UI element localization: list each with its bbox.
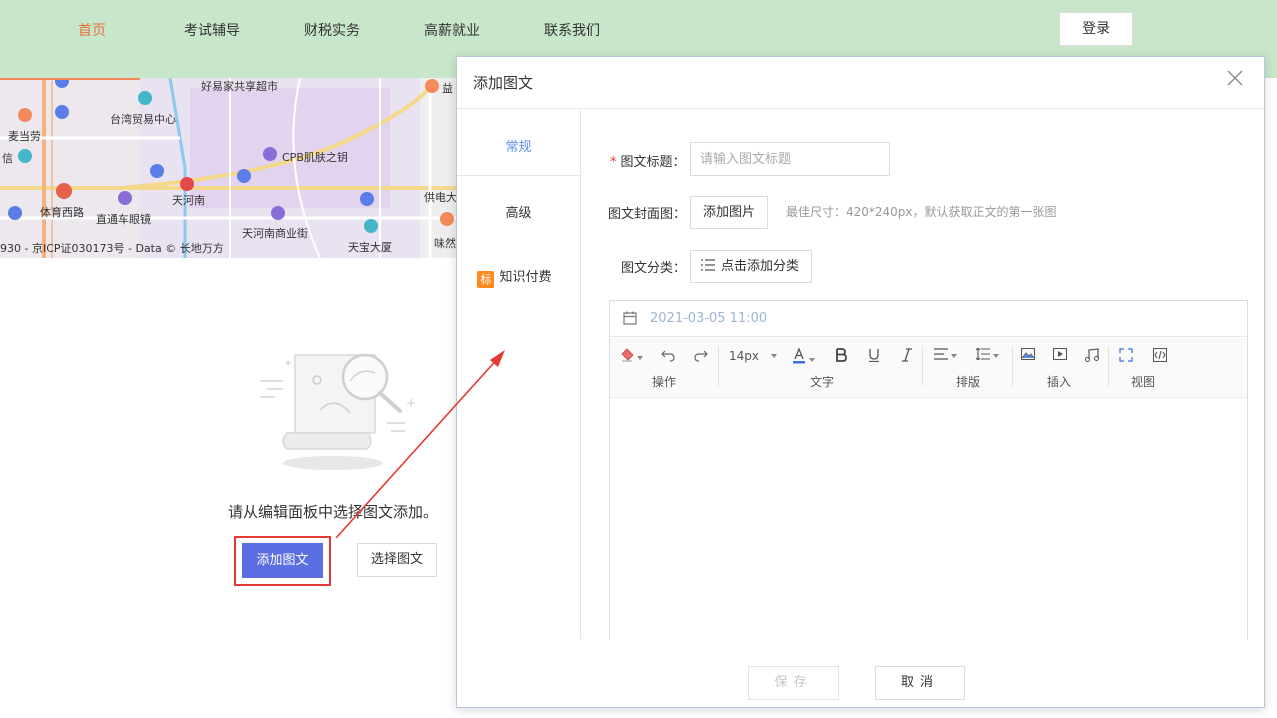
toolbar-group-label: 文字	[810, 375, 835, 389]
tab-paid-knowledge[interactable]: 标知识付费	[453, 266, 576, 288]
image-icon[interactable]	[1021, 348, 1035, 366]
toolbar-separator	[718, 346, 719, 386]
html-source-icon[interactable]	[1153, 348, 1167, 366]
save-button[interactable]: 保存	[748, 666, 839, 700]
toolbar-group-label: 插入	[1047, 375, 1072, 389]
dialog-title: 添加图文	[473, 74, 534, 92]
map-label: 好易家共享超市	[201, 80, 278, 93]
login-button[interactable]: 登录	[1059, 12, 1133, 46]
add-category-button[interactable]: 点击添加分类	[690, 250, 813, 283]
title-label-text: 图文标题：	[620, 155, 686, 170]
map-label: 麦当劳	[8, 130, 41, 143]
map-label: 天宝大厦	[348, 241, 392, 254]
cancel-button[interactable]: 取消	[875, 666, 965, 700]
bold-icon[interactable]	[835, 348, 847, 366]
calendar-icon	[623, 311, 637, 325]
italic-icon[interactable]	[901, 348, 913, 366]
tab-advanced[interactable]: 高级	[457, 202, 580, 221]
toolbar-group-label: 操作	[652, 375, 677, 389]
toolbar-separator	[1012, 346, 1013, 386]
select-article-button[interactable]: 选择图文	[357, 543, 437, 577]
nav-item-contact[interactable]: 联系我们	[544, 20, 600, 40]
map-widget[interactable]: 好易家共享超市 台湾贸易中心 麦当劳 信 CPB肌肤之钥 天河南 体育西路 直通…	[0, 78, 456, 258]
tab-paid-knowledge-label: 知识付费	[499, 270, 552, 285]
align-icon[interactable]	[934, 348, 957, 366]
toolbar-group-label: 视图	[1131, 375, 1156, 389]
redo-icon[interactable]	[694, 348, 708, 366]
close-icon[interactable]	[1226, 69, 1244, 87]
date-row[interactable]: 2021-03-05 11:00	[610, 301, 1247, 337]
empty-state-message: 请从编辑面板中选择图文添加。	[228, 503, 439, 521]
font-size-select[interactable]: 14px	[729, 349, 777, 367]
nav-item-home[interactable]: 首页	[78, 20, 106, 40]
nav-item-exam[interactable]: 考试辅导	[184, 20, 240, 40]
underline-icon[interactable]	[868, 348, 880, 366]
map-label: 体育西路	[40, 206, 84, 219]
eraser-icon[interactable]	[620, 348, 643, 366]
video-icon[interactable]	[1053, 348, 1067, 366]
font-size-value: 14px	[729, 349, 759, 363]
toolbar-separator	[922, 346, 923, 386]
required-mark: *	[610, 155, 617, 170]
category-label: 图文分类：	[621, 261, 687, 276]
font-color-icon[interactable]	[792, 347, 815, 366]
map-copyright: 930 - 京ICP证030173号 - Data © 长地万方	[0, 242, 224, 255]
map-label: 直通车眼镜	[96, 213, 151, 226]
map-label: 台湾贸易中心	[110, 113, 176, 126]
title-input[interactable]	[690, 142, 890, 176]
undo-icon[interactable]	[661, 348, 675, 366]
add-article-button[interactable]: 添加图文	[242, 543, 323, 578]
toolbar-group-label: 排版	[956, 375, 981, 389]
map-label: CPB肌肤之钥	[282, 151, 348, 164]
list-icon	[701, 259, 715, 271]
nav-item-tax[interactable]: 财税实务	[304, 20, 360, 40]
add-article-dialog: 添加图文 常规 高级 标知识付费 *图文标题： 图文封面图： 添加图片 最佳尺寸…	[456, 56, 1265, 708]
map-label: 味然	[434, 237, 456, 250]
line-height-icon[interactable]	[975, 347, 999, 366]
tab-general[interactable]: 常规	[457, 136, 580, 155]
map-roads	[0, 78, 456, 258]
editor-toolbar: 操作 14px 文字 排版 插入 视图	[610, 338, 1247, 398]
rich-text-editor: 2021-03-05 11:00 操作 14px 文字 排版 插入 视图	[609, 300, 1248, 640]
map-label: 益	[442, 82, 453, 95]
empty-document-icon	[260, 353, 415, 470]
nav-item-career[interactable]: 高薪就业	[424, 20, 480, 40]
cover-size-hint: 最佳尺寸：420*240px，默认获取正文的第一张图	[786, 205, 1057, 219]
map-label: 信	[2, 152, 13, 165]
side-tabs: 常规 高级 标知识付费	[457, 109, 581, 639]
fullscreen-icon[interactable]	[1119, 348, 1133, 366]
publish-date: 2021-03-05 11:00	[650, 311, 768, 326]
title-label: * 图文标题：	[610, 151, 686, 170]
toolbar-separator	[1108, 346, 1109, 386]
add-category-label: 点击添加分类	[721, 259, 800, 274]
music-icon[interactable]	[1085, 348, 1099, 366]
add-image-button[interactable]: 添加图片	[690, 196, 769, 229]
cover-label: 图文封面图：	[608, 207, 687, 222]
tab-divider	[457, 175, 580, 176]
editor-content-area[interactable]	[610, 399, 1247, 639]
map-label: 天河南	[172, 194, 205, 207]
tag-badge: 标	[477, 271, 495, 288]
map-label: 天河南商业街	[242, 227, 308, 240]
map-label: 供电大	[424, 191, 456, 204]
